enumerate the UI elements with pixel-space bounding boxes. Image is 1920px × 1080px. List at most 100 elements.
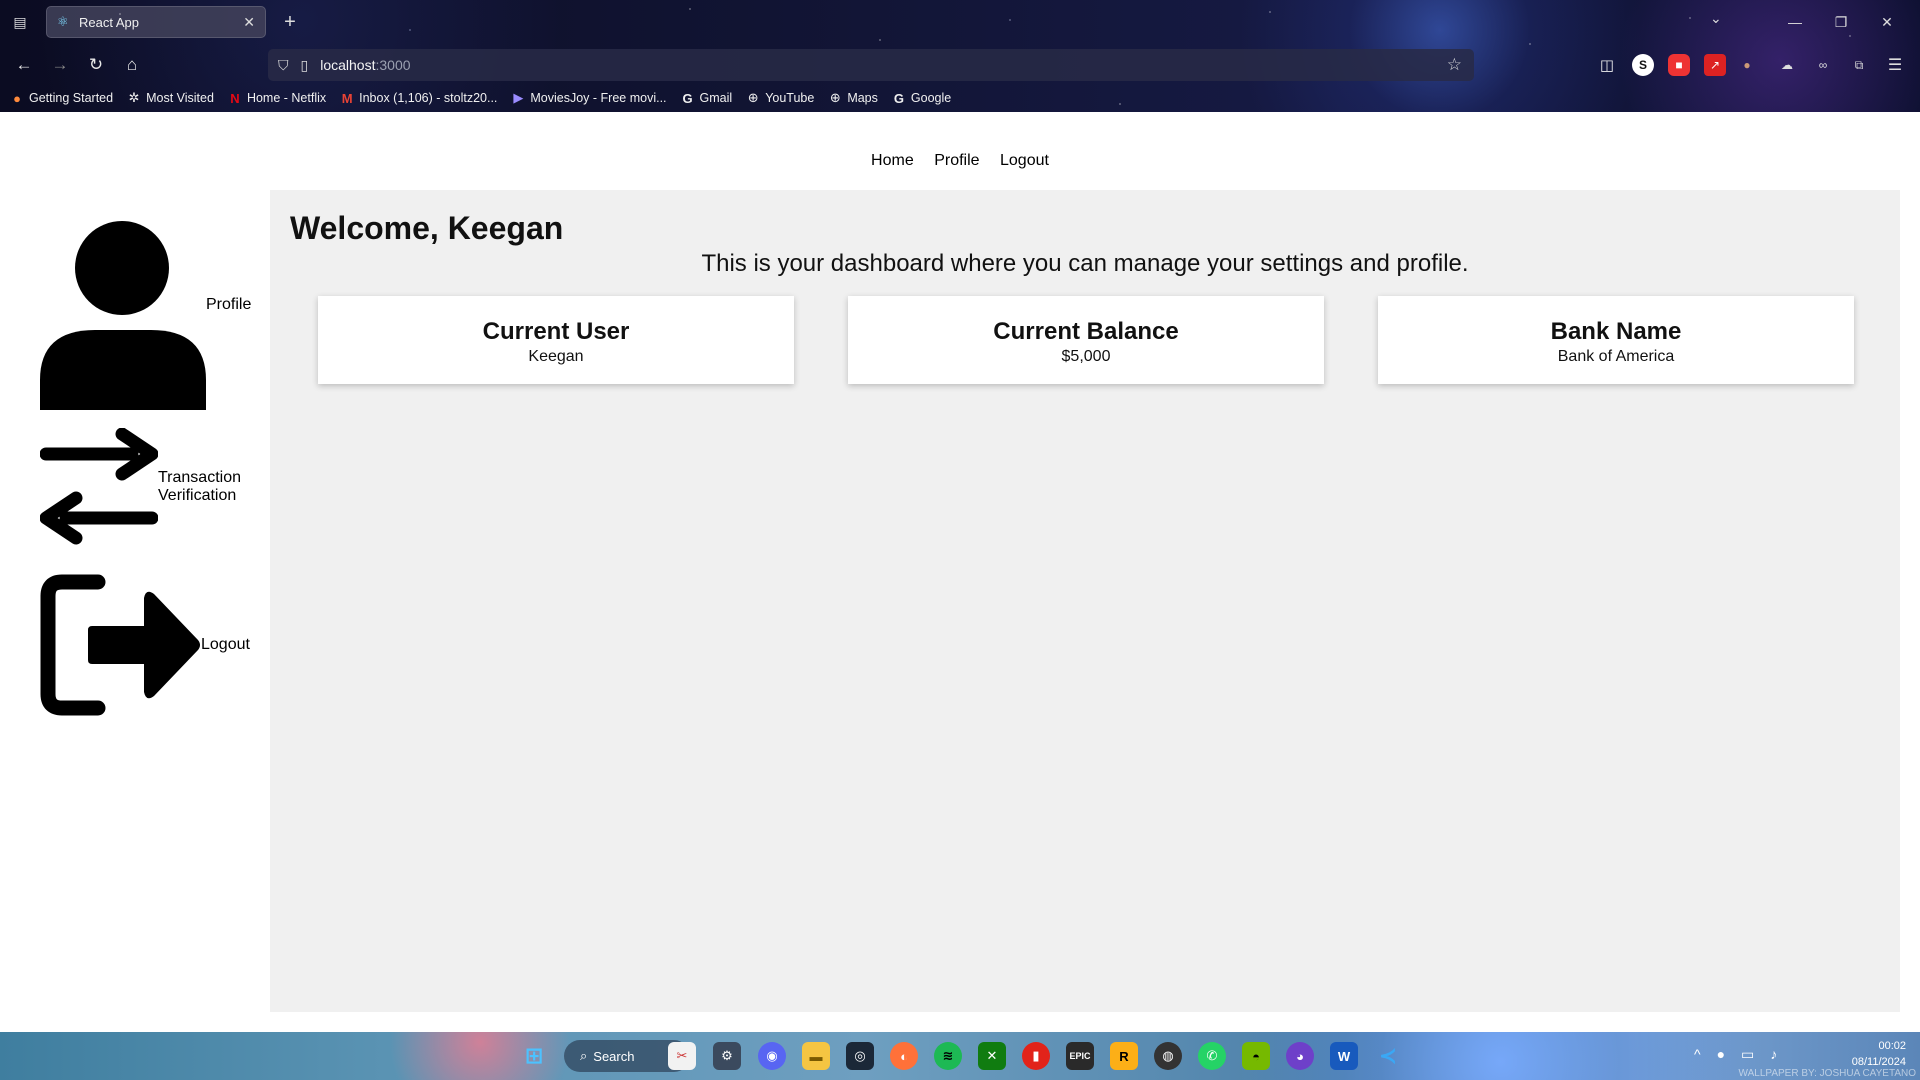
nav-logout-link[interactable]: Logout	[1000, 152, 1049, 169]
sidebar-profile-label: Profile	[206, 296, 252, 313]
nav-home-link[interactable]: Home	[871, 152, 914, 169]
gear-icon: ✲	[128, 90, 140, 105]
close-window-icon[interactable]: ✕	[1864, 8, 1910, 36]
search-label: Search	[593, 1048, 635, 1064]
shield-icon[interactable]: ⛉	[278, 57, 289, 74]
bookmark-label: Most Visited	[146, 91, 214, 105]
pocket-icon[interactable]: ◫	[1596, 54, 1618, 76]
card-title: Bank Name	[1550, 318, 1682, 345]
page-icon: ▯	[300, 56, 309, 73]
globe-icon: ⊕	[829, 90, 841, 105]
forward-icon[interactable]: →	[46, 51, 74, 79]
bookmark-label: Inbox (1,106) - stoltz20...	[359, 91, 498, 105]
extension-lock-icon[interactable]: ■	[1668, 54, 1690, 76]
bookmark-maps[interactable]: ⊕ Maps	[828, 90, 878, 106]
extension-red-icon[interactable]: ↗	[1704, 54, 1726, 76]
steam-icon[interactable]: ◎	[846, 1042, 874, 1070]
list-all-tabs-icon[interactable]: ⌄	[1710, 10, 1722, 27]
card-current-balance: Current Balance $5,000	[848, 296, 1324, 384]
navigation-toolbar: ← → ↻ ⌂ ⛉ ▯ localhost:3000 ☆ ◫ S ■ ↗ ● ☁…	[0, 48, 1920, 82]
file-explorer-icon[interactable]: ▬	[802, 1042, 830, 1070]
epic-games-icon[interactable]: EPIC	[1066, 1042, 1094, 1070]
github-desktop-icon[interactable]: ◕	[1286, 1042, 1314, 1070]
sidebar-transaction-label: Transaction Verification	[158, 469, 241, 505]
search-icon: ⌕	[580, 1048, 588, 1063]
whatsapp-icon[interactable]: ✆	[1198, 1042, 1226, 1070]
nvidia-icon[interactable]: ◓	[1242, 1042, 1270, 1070]
bookmark-label: Maps	[847, 91, 878, 105]
globe-icon: ⊕	[747, 90, 759, 105]
card-bank-name: Bank Name Bank of America	[1378, 296, 1854, 384]
spotify-icon[interactable]: ≋	[934, 1042, 962, 1070]
menu-icon[interactable]: ☰	[1884, 54, 1906, 76]
react-icon: ⚛	[57, 14, 69, 29]
network-icon[interactable]: ▭	[1741, 1046, 1754, 1063]
extension-cloud-icon[interactable]: ☁	[1776, 54, 1798, 76]
minimize-icon[interactable]: —	[1772, 8, 1818, 36]
tab-list-icon[interactable]: ▤	[10, 13, 30, 31]
bookmark-inbox[interactable]: M Inbox (1,106) - stoltz20...	[340, 91, 498, 106]
sidebar-item-profile[interactable]: Profile	[40, 220, 251, 410]
logout-icon	[40, 574, 200, 716]
card-title: Current Balance	[993, 318, 1179, 345]
card-current-user: Current User Keegan	[318, 296, 794, 384]
bookmark-label: Google	[910, 91, 952, 105]
firefox-taskbar-icon[interactable]: ◐	[890, 1042, 918, 1070]
discord-icon[interactable]: ◉	[758, 1042, 786, 1070]
bookmark-youtube[interactable]: ⊕ YouTube	[746, 90, 815, 106]
extension-glasses-icon[interactable]: ∞	[1812, 54, 1834, 76]
extension-hand-icon[interactable]: ●	[1736, 54, 1758, 76]
sidebar-item-logout[interactable]: Logout	[40, 574, 250, 716]
bookmark-getting-started[interactable]: ● Getting Started	[10, 91, 113, 106]
dashboard-subtitle: This is your dashboard where you can man…	[701, 250, 1469, 277]
transaction-label-line1: Transaction	[158, 469, 241, 486]
obs-icon[interactable]: ◍	[1154, 1042, 1182, 1070]
microphone-icon[interactable]: ●	[1717, 1046, 1725, 1063]
card-value: $5,000	[1061, 348, 1111, 365]
top-navigation: Home Profile Logout	[0, 152, 1920, 170]
browser-tab[interactable]: ⚛ React App ✕	[46, 6, 266, 38]
bookmark-google[interactable]: G Google	[892, 91, 951, 106]
user-icon	[40, 221, 206, 410]
new-tab-button[interactable]: +	[280, 10, 300, 34]
taskbar: ⊞ ⌕ Search ✂ ⚙ ◉ ▬ ◎ ◐ ≋ ✕ ▮ EPIC R ◍ ✆ …	[0, 1032, 1920, 1080]
ea-app-icon[interactable]: ▮	[1022, 1042, 1050, 1070]
bookmark-most-visited[interactable]: ✲ Most Visited	[127, 90, 214, 106]
card-value: Keegan	[528, 348, 584, 365]
bookmark-netflix[interactable]: N Home - Netflix	[228, 91, 326, 106]
show-hidden-icons-icon[interactable]: ^	[1694, 1046, 1701, 1063]
sidebar-item-transaction-verification[interactable]: Transaction Verification	[40, 428, 241, 546]
rockstar-icon[interactable]: R	[1110, 1042, 1138, 1070]
app-page: Home Profile Logout Profile Transaction …	[0, 112, 1920, 1032]
reload-icon[interactable]: ↻	[82, 51, 110, 79]
card-value: Bank of America	[1557, 348, 1675, 365]
browser-chrome: ▤ ⚛ React App ✕ + ⌄ — ❐ ✕ ← → ↻ ⌂ ⛉ ▯ lo…	[0, 0, 1920, 112]
nav-profile-link[interactable]: Profile	[934, 152, 979, 169]
bookmark-label: YouTube	[765, 91, 815, 105]
google-icon: G	[893, 90, 904, 106]
extensions-puzzle-icon[interactable]: ⧉	[1848, 54, 1870, 76]
restore-icon[interactable]: ❐	[1818, 8, 1864, 36]
address-bar[interactable]: ⛉ ▯ localhost:3000 ☆	[268, 49, 1474, 81]
bookmark-label: MoviesJoy - Free movi...	[530, 91, 667, 105]
clock[interactable]: 00:02 08/11/2024	[1852, 1038, 1906, 1070]
bookmark-star-icon[interactable]: ☆	[1447, 55, 1462, 75]
card-title: Current User	[482, 318, 630, 345]
firefox-icon: ●	[13, 90, 21, 106]
xbox-icon[interactable]: ✕	[978, 1042, 1006, 1070]
back-icon[interactable]: ←	[10, 51, 38, 79]
bookmark-gmail[interactable]: G Gmail	[681, 91, 733, 106]
wallpaper-credit: WALLPAPER BY: JOSHUA CAYETANO	[1738, 1068, 1916, 1079]
volume-icon[interactable]: ♪	[1770, 1046, 1777, 1063]
bookmark-label: Gmail	[699, 91, 733, 105]
vscode-icon[interactable]: ≺	[1374, 1042, 1402, 1070]
extension-s-icon[interactable]: S	[1632, 54, 1654, 76]
home-icon[interactable]: ⌂	[118, 51, 146, 79]
settings-icon[interactable]: ⚙	[713, 1042, 741, 1070]
bookmark-moviesjoy[interactable]: ▶ MoviesJoy - Free movi...	[511, 90, 666, 106]
word-icon[interactable]: W	[1330, 1042, 1358, 1070]
snipping-tool-icon[interactable]: ✂	[668, 1042, 696, 1070]
close-tab-icon[interactable]: ✕	[243, 14, 255, 31]
windows-start-icon[interactable]: ⊞	[520, 1042, 548, 1070]
tab-title: React App	[79, 14, 139, 30]
